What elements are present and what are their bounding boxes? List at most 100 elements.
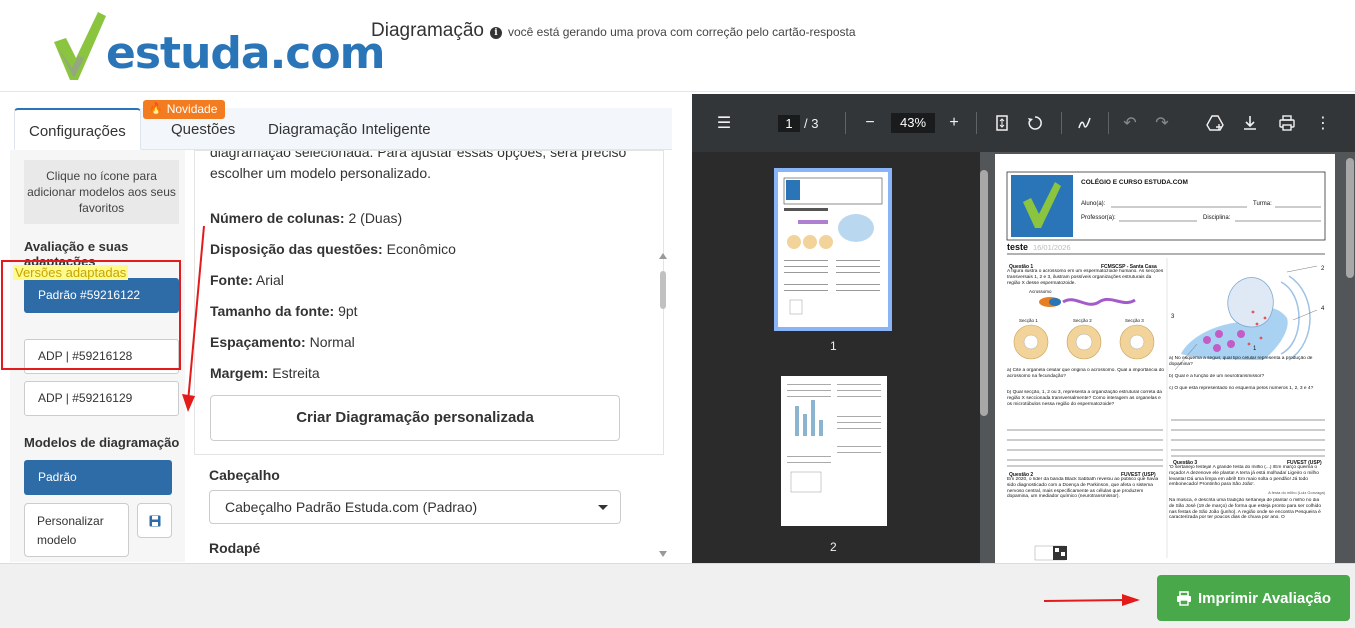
tab-bar: Configurações Questões Diagramação Intel… [14, 108, 672, 150]
fit-page-icon[interactable] [992, 114, 1012, 132]
section-2-label: Secção 2 [1073, 318, 1092, 323]
brand-logo[interactable]: estuda.com [48, 8, 385, 84]
header-select[interactable]: Cabeçalho Padrão Estuda.com (Padrao) [209, 490, 621, 524]
floppy-disk-icon [149, 515, 160, 526]
acrossomo-label: Acrossomo [1029, 289, 1052, 294]
right-question-c: c) O que está representado no esquema pe… [1169, 386, 1314, 391]
teacher-field-label: Professor(a): [1081, 215, 1116, 221]
right-question-a: a) No esquema a seguir, qual tipo celula… [1169, 356, 1313, 367]
thumbnail-sidebar: 1 2 [692, 152, 989, 563]
test-title: teste [1007, 242, 1028, 252]
app-header: estuda.com Diagramação i você está geran… [0, 0, 1355, 92]
left-scrollbar[interactable] [656, 167, 670, 562]
pdf-viewer: ☰ 1 / 3 − 43% + ↶ ↷ ⋮ 1 2 COLÉGIO E CURS… [692, 94, 1355, 563]
toolbar-divider [1108, 112, 1109, 134]
settings-intro-line: diagramação selecionada. Para ajustar es… [210, 150, 627, 160]
property-font: Fonte: Arial [210, 272, 284, 288]
question-1a-text: a) Cite a organela celular que origina o… [1007, 368, 1165, 379]
print-assessment-button[interactable]: Imprimir Avaliação [1157, 575, 1350, 621]
thumbnail-preview [783, 177, 883, 315]
section-1-label: Secção 1 [1019, 318, 1038, 323]
settings-intro-line: escolher um modelo personalizado. [210, 165, 432, 181]
header-select-value: Cabeçalho Padrão Estuda.com (Padrao) [225, 499, 478, 515]
thumbnail-label-2: 2 [830, 540, 837, 554]
pdf-page-content: COLÉGIO E CURSO ESTUDA.COM Aluno(a): Tur… [1006, 171, 1326, 561]
new-badge-label: Novidade [166, 102, 218, 116]
add-to-drive-icon[interactable] [1205, 114, 1225, 132]
question-1-text: A figura ilustra o acrossomo em um esper… [1007, 269, 1164, 286]
versions-label: Versões adaptadas [13, 265, 129, 280]
save-model-button[interactable] [137, 503, 172, 538]
favorites-hint: Clique no ícone para adicionar modelos a… [24, 160, 179, 224]
model-default-button[interactable]: Padrão [24, 460, 172, 495]
pdf-toolbar: ☰ 1 / 3 − 43% + ↶ ↷ ⋮ [692, 94, 1355, 152]
diagram-settings-card: diagramação selecionada. Para ajustar es… [194, 150, 664, 455]
model-custom-button[interactable]: Personalizar modelo [24, 503, 129, 557]
right-question-b: b) Qual é a função de um neurotransmisso… [1169, 374, 1265, 379]
print-icon[interactable] [1277, 114, 1297, 132]
page-number-input[interactable]: 1 [778, 115, 800, 132]
versions-highlight-annotation: Versões adaptadas [1, 260, 181, 370]
print-assessment-label: Imprimir Avaliação [1197, 589, 1332, 607]
tab-diagramacao-inteligente[interactable]: Diagramação Inteligente [254, 108, 445, 150]
info-icon: i [490, 27, 502, 39]
page-scrollbar-right[interactable] [1346, 158, 1354, 278]
menu-icon[interactable]: ☰ [714, 114, 734, 132]
footer-select-label: Rodapé [209, 540, 261, 556]
zoom-in-icon[interactable]: + [944, 114, 964, 132]
property-margin: Margem: Estreita [210, 365, 320, 381]
redo-icon[interactable]: ↷ [1152, 114, 1172, 132]
models-label: Modelos de diagramação [24, 435, 180, 450]
toolbar-divider [976, 112, 977, 134]
diagram-number-2: 2 [1321, 266, 1325, 272]
config-pane: Configurações Questões Diagramação Intel… [0, 92, 692, 562]
student-field-label: Aluno(a): [1081, 201, 1106, 207]
question-2-text: Em 2020, o líder da banda Black Sabbath … [1007, 477, 1159, 500]
annotation-arrow-down [182, 225, 205, 412]
zoom-input[interactable]: 43% [891, 113, 935, 133]
subject-field-label: Disciplina: [1203, 215, 1231, 221]
property-font-size: Tamanho da fonte: 9pt [210, 303, 358, 319]
annotation-arrow-right [1043, 594, 1140, 606]
checkmark-logo-icon [54, 12, 106, 80]
undo-icon[interactable]: ↶ [1120, 114, 1140, 132]
download-icon[interactable] [1240, 114, 1260, 132]
thumbnail-label-1: 1 [830, 339, 837, 353]
settings-intro: diagramação selecionada. Para ajustar es… [210, 150, 630, 184]
question-1b-text: b) Qual secção, 1, 2 ou 3, representa a … [1007, 390, 1162, 407]
page-subtitle: você está gerando uma prova com correção… [508, 25, 856, 39]
page-scrollbar-left[interactable] [980, 170, 988, 416]
thumbnail-preview [787, 384, 881, 493]
diagram-number-4: 4 [1321, 306, 1325, 312]
property-spacing: Espaçamento: Normal [210, 334, 355, 350]
section-3-label: Secção 3 [1125, 318, 1144, 323]
pdf-page-area: COLÉGIO E CURSO ESTUDA.COM Aluno(a): Tur… [980, 152, 1355, 563]
caret-down-icon [598, 505, 608, 510]
page-total: / 3 [804, 116, 819, 131]
annotate-icon[interactable] [1075, 114, 1095, 132]
tab-configuracoes[interactable]: Configurações [14, 108, 141, 150]
printer-icon [1176, 590, 1191, 606]
header-select-label: Cabeçalho [209, 467, 280, 483]
zoom-out-icon[interactable]: − [860, 114, 880, 132]
test-date: 16/01/2026 [1033, 243, 1071, 252]
version-button-2[interactable]: ADP | #59216129 [24, 381, 179, 416]
brand-name: estuda.com [106, 28, 385, 79]
more-options-icon[interactable]: ⋮ [1313, 114, 1333, 132]
page-title: Diagramação [371, 20, 484, 41]
pdf-page: COLÉGIO E CURSO ESTUDA.COM Aluno(a): Tur… [995, 154, 1335, 563]
toolbar-divider [845, 112, 846, 134]
footer-bar: Imprimir Avaliação [0, 563, 1355, 628]
property-layout: Disposição das questões: Econômico [210, 241, 456, 257]
thumbnail-page-2[interactable] [781, 376, 887, 526]
thumbnail-page-1[interactable] [774, 168, 892, 331]
class-field-label: Turma: [1253, 201, 1272, 207]
question-3-text: 'O sertanejo festeja! A grande festa do … [1169, 465, 1319, 488]
flame-icon: 🔥 [149, 103, 163, 115]
create-custom-diagram-button[interactable]: Criar Diagramação personalizada [210, 395, 620, 441]
question-3-citation: A festa do milho (Luiz Gonzaga) [1268, 490, 1326, 495]
property-columns: Número de colunas: 2 (Duas) [210, 210, 403, 226]
question-3-text-2: Na música, é descrita uma tradição serta… [1169, 498, 1321, 521]
school-name: COLÉGIO E CURSO ESTUDA.COM [1081, 177, 1188, 186]
rotate-icon[interactable] [1025, 114, 1045, 132]
